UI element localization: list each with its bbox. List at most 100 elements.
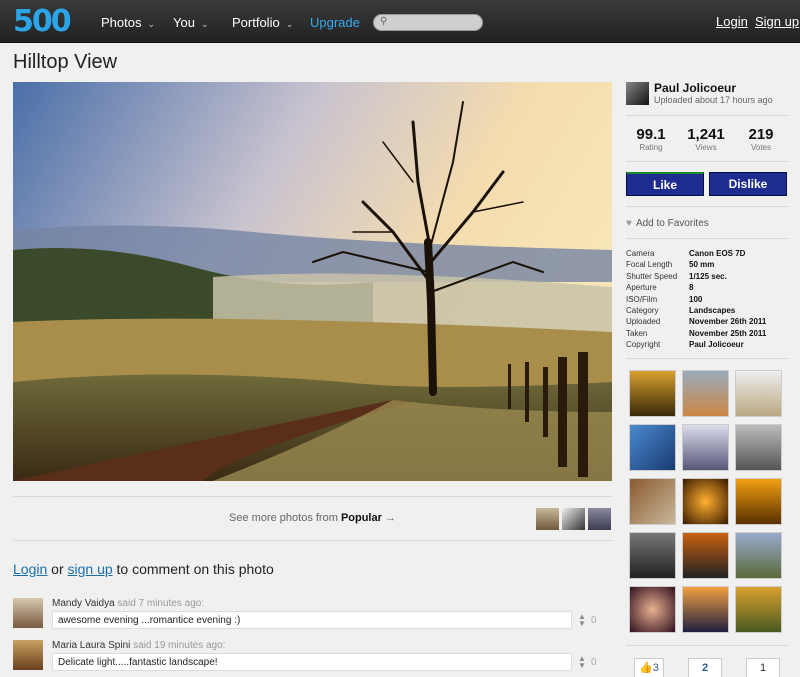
gallery-thumb[interactable] (629, 478, 676, 525)
spec-label: Aperture (626, 283, 657, 293)
search-icon: ⚲ (380, 16, 388, 27)
site-logo[interactable]: 500 (13, 4, 72, 39)
stat-rating-value: 99.1 (636, 126, 666, 143)
vote-arrows[interactable]: ▲ ▼ (578, 613, 586, 628)
main-photo[interactable] (13, 82, 612, 481)
gallery-thumb[interactable] (735, 586, 782, 633)
gallery-thumb[interactable] (629, 532, 676, 579)
related-thumb[interactable] (562, 508, 585, 530)
comment-or: or (47, 561, 68, 577)
nav-photos[interactable]: Photos ⌄ (101, 15, 155, 30)
gallery-thumb[interactable] (682, 478, 729, 525)
comment-suffix: to comment on this photo (112, 561, 274, 577)
owner-avatar[interactable] (626, 82, 649, 105)
spec-value: 1/125 sec. (689, 271, 727, 281)
see-more-link[interactable]: See more photos from Popular → (13, 512, 612, 524)
spec-value: 50 mm (689, 260, 715, 270)
signup-link[interactable]: Sign up (755, 14, 799, 29)
upload-time: Uploaded about 17 hours ago (654, 95, 773, 105)
comment-signup-link[interactable]: sign up (68, 561, 113, 577)
nav-you[interactable]: You ⌄ (173, 15, 208, 30)
comment-author: Mandy Vaidya said 7 minutes ago: (52, 598, 204, 609)
spec-label: Focal Length (626, 260, 673, 270)
facebook-count: 3 (652, 662, 659, 674)
login-link[interactable]: Login (716, 14, 748, 29)
gallery-thumb[interactable] (629, 586, 676, 633)
spec-label: Camera (626, 249, 655, 258)
share-count-2[interactable]: 2 (688, 658, 722, 677)
nav-you-label: You (173, 15, 195, 30)
photo-image (13, 82, 612, 481)
avatar[interactable] (13, 640, 43, 670)
add-to-favorites[interactable]: ♥ Add to Favorites (626, 218, 709, 229)
spec-value: 8 (689, 283, 694, 293)
chevron-down-icon: ⌄ (200, 19, 209, 29)
comment-author-name[interactable]: Mandy Vaidya (52, 598, 115, 609)
divider (626, 206, 789, 207)
divider (626, 238, 789, 239)
divider (626, 161, 789, 162)
comment-author: Maria Laura Spini said 19 minutes ago: (52, 640, 225, 651)
stat-votes-value: 219 (748, 126, 774, 143)
nav-portfolio-label: Portfolio (232, 15, 280, 30)
comment-text: awesome evening ...romantice evening :) (52, 611, 572, 629)
gallery-thumb[interactable] (682, 370, 729, 417)
nav-portfolio[interactable]: Portfolio ⌄ (232, 15, 293, 30)
chevron-down-icon: ⌄ (285, 19, 294, 29)
thumbs-up-icon: 👍 (639, 662, 653, 674)
divider (626, 358, 789, 359)
gallery-thumb[interactable] (735, 424, 782, 471)
share-count-3[interactable]: 1 (746, 658, 780, 677)
spec-value: Paul Jolicoeur (689, 340, 744, 350)
related-thumb[interactable] (588, 508, 611, 530)
chevron-down-icon: ⌄ (147, 19, 156, 29)
gallery-thumb[interactable] (735, 532, 782, 579)
divider (626, 645, 789, 646)
dislike-button[interactable]: Dislike (709, 172, 787, 196)
gallery-thumb[interactable] (682, 424, 729, 471)
comment-login-link[interactable]: Login (13, 561, 47, 577)
comment-time: said 19 minutes ago: (130, 640, 226, 651)
spec-label: Uploaded (626, 317, 661, 327)
gallery-thumb[interactable] (682, 586, 729, 633)
favorite-label: Add to Favorites (635, 218, 709, 229)
related-thumb[interactable] (536, 508, 559, 530)
arrow-right-icon: → (384, 512, 396, 524)
gallery-thumb[interactable] (682, 532, 729, 579)
spec-label: Shutter Speed (626, 271, 678, 281)
stat-rating-label: Rating (639, 143, 663, 152)
gallery-thumb[interactable] (735, 370, 782, 417)
avatar[interactable] (13, 598, 43, 628)
nav-photos-label: Photos (101, 15, 142, 30)
facebook-like-button[interactable]: 👍3 (634, 658, 664, 677)
gallery-thumb[interactable] (629, 424, 676, 471)
spec-label: Taken (626, 328, 648, 338)
spec-label: ISO/Film (626, 294, 658, 304)
spec-value: November 26th 2011 (689, 317, 767, 327)
comment-prompt: Login or sign up to comment on this phot… (13, 561, 274, 577)
see-more-prefix: See more photos from (229, 512, 341, 524)
stat-views-value: 1,241 (687, 126, 725, 143)
spec-value[interactable]: Landscapes (689, 306, 735, 315)
comment-vote-count: 0 (591, 615, 597, 626)
search-input[interactable]: ⚲ (373, 14, 483, 31)
divider (626, 115, 789, 116)
see-more-category: Popular (340, 512, 382, 524)
heart-icon: ♥ (626, 218, 632, 229)
comment-vote-count: 0 (591, 657, 597, 668)
stat-votes-label: Votes (750, 143, 771, 152)
vote-arrows[interactable]: ▲ ▼ (578, 655, 586, 670)
page-title: Hilltop View (13, 51, 118, 73)
comment-time: said 7 minutes ago: (114, 598, 205, 609)
gallery-thumb[interactable] (735, 478, 782, 525)
like-button[interactable]: Like (626, 172, 704, 196)
spec-value: November 25th 2011 (689, 328, 767, 338)
top-navigation-bar: 500 Photos ⌄ You ⌄ Portfolio ⌄ Upgrade ⚲ Lo… (0, 0, 800, 43)
comment-author-name[interactable]: Maria Laura Spini (52, 640, 130, 651)
spec-value[interactable]: Canon EOS 7D (689, 249, 745, 258)
gallery-thumb[interactable] (629, 370, 676, 417)
nav-upgrade[interactable]: Upgrade (310, 15, 360, 30)
stat-views-label: Views (695, 143, 717, 152)
divider (13, 496, 612, 497)
owner-name[interactable]: Paul Jolicoeur (654, 81, 736, 95)
